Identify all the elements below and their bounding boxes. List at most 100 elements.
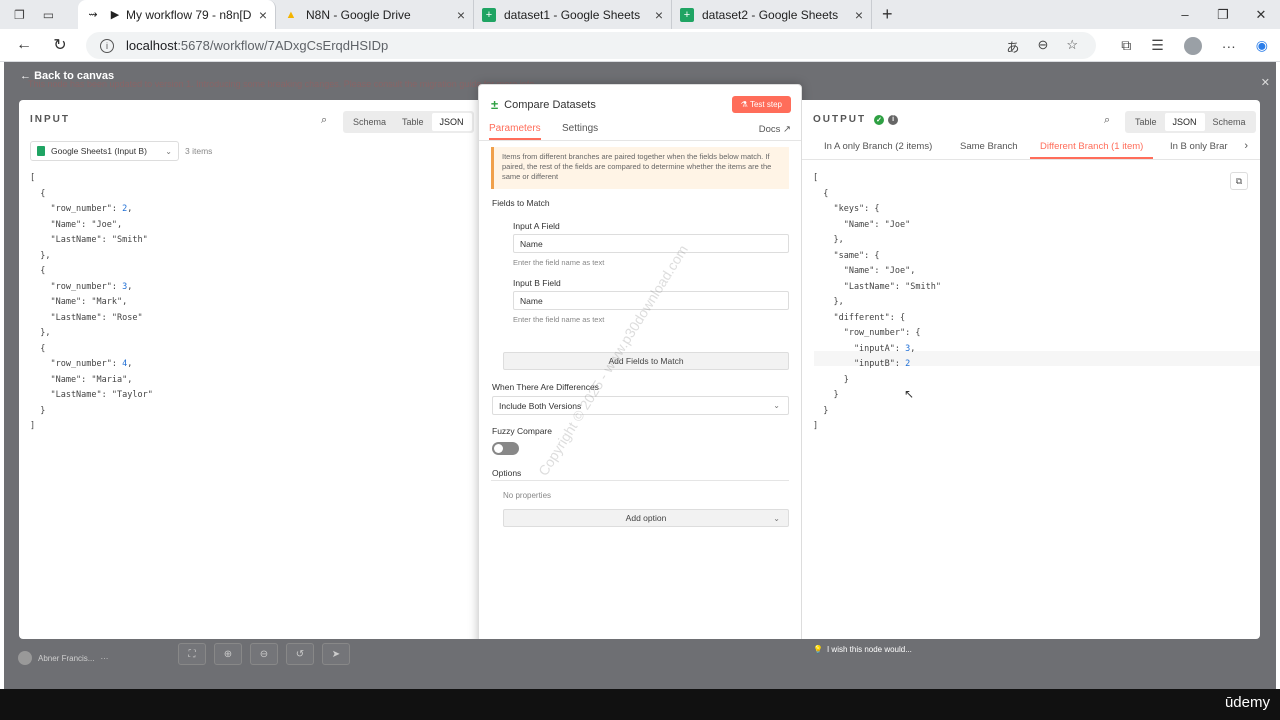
browser-tab-dataset2[interactable]: + dataset2 - Google Sheets ×: [672, 0, 872, 29]
node-title: ± Compare Datasets: [491, 97, 596, 112]
minimize-icon[interactable]: –: [1166, 0, 1204, 29]
more-icon[interactable]: ···: [100, 654, 108, 663]
node-parameters-panel: ± Compare Datasets ⚗ Test step Parameter…: [478, 84, 802, 656]
fit-view-icon[interactable]: ⛶: [178, 643, 206, 665]
new-tab-icon[interactable]: +: [882, 4, 893, 25]
input-a-label: Input A Field: [513, 221, 560, 231]
fields-to-match-label: Fields to Match: [492, 198, 550, 208]
back-to-canvas-button[interactable]: ← Back to canvas: [20, 70, 114, 82]
json-number: 4: [122, 359, 128, 369]
view-tab-schema[interactable]: Schema: [1205, 113, 1254, 131]
zoom-icon[interactable]: ⊖: [1037, 37, 1048, 56]
pointer-icon[interactable]: ➤: [322, 643, 350, 665]
tab-parameters[interactable]: Parameters: [489, 123, 541, 140]
close-tab-icon[interactable]: ×: [457, 7, 465, 23]
google-sheets-icon: +: [680, 7, 694, 22]
json-number: 2: [122, 204, 128, 214]
browser-tab-dataset1[interactable]: + dataset1 - Google Sheets ×: [474, 0, 672, 29]
pairing-notice: Items from different branches are paired…: [491, 147, 789, 189]
input-source-value: Google Sheets1 (Input B): [51, 146, 147, 156]
close-window-icon[interactable]: ✕: [1242, 0, 1280, 29]
close-tab-icon[interactable]: ×: [655, 7, 663, 23]
json-string: Joe: [96, 219, 112, 230]
branch-tab-same[interactable]: Same Branch: [960, 141, 1018, 152]
test-step-button[interactable]: ⚗ Test step: [731, 96, 791, 113]
input-a-field[interactable]: Name: [513, 234, 789, 253]
node-tabs: Parameters Settings Docs ↗: [479, 119, 801, 141]
close-tab-icon[interactable]: ×: [855, 7, 863, 23]
os-taskbar: [0, 689, 1280, 720]
output-panel-title: OUTPUT ✓ i: [813, 114, 899, 125]
branch-tab-different[interactable]: Different Branch (1 item): [1030, 141, 1154, 159]
zoom-out-icon[interactable]: ⊖: [250, 643, 278, 665]
user-menu[interactable]: Abner Francis... ···: [18, 651, 108, 665]
search-icon[interactable]: ⌕: [321, 114, 327, 127]
copilot-icon[interactable]: ◉: [1256, 37, 1268, 54]
add-fields-to-match-button[interactable]: Add Fields to Match: [503, 352, 789, 370]
test-step-label: Test step: [749, 100, 782, 109]
input-a-hint: Enter the field name as text: [513, 258, 605, 267]
fuzzy-compare-toggle[interactable]: [492, 442, 519, 455]
input-panel: INPUT ⌕ Schema Table JSON Google Sheets1…: [19, 100, 480, 639]
info-icon[interactable]: i: [888, 114, 899, 125]
undo-icon[interactable]: ↺: [286, 643, 314, 665]
browser-tab-n8n[interactable]: ⇝ ▶ My workflow 79 - n8n[DEV] ×: [78, 0, 276, 29]
view-tab-table[interactable]: Table: [1127, 113, 1165, 131]
branch-tab-a-only[interactable]: In A only Branch (2 items): [824, 141, 932, 152]
view-tab-json[interactable]: JSON: [1164, 113, 1205, 131]
back-icon[interactable]: ←: [6, 36, 42, 54]
extensions-icon[interactable]: ⧉: [1121, 37, 1131, 54]
differences-value: Include Both Versions: [499, 400, 582, 411]
more-menu-icon[interactable]: ···: [1222, 38, 1236, 54]
favorites-icon[interactable]: ☰: [1151, 37, 1164, 54]
profile-avatar-icon[interactable]: [1183, 36, 1202, 55]
branch-tabs: In A only Branch (2 items) Same Branch D…: [802, 136, 1260, 160]
output-view-switcher: Table JSON Schema: [1125, 111, 1256, 133]
view-tab-schema[interactable]: Schema: [345, 113, 394, 131]
input-view-switcher: Schema Table JSON: [343, 111, 474, 133]
node-title-text[interactable]: Compare Datasets: [504, 99, 596, 111]
playing-icon: ▶: [110, 9, 120, 21]
fuzzy-compare-label: Fuzzy Compare: [492, 426, 552, 436]
canvas-toolbar: ⛶ ⊕ ⊖ ↺ ➤: [178, 643, 350, 665]
workspaces-icon[interactable]: ❐: [14, 8, 25, 22]
close-tab-icon[interactable]: ×: [259, 7, 267, 23]
options-divider: [491, 480, 789, 481]
no-properties-text: No properties: [503, 491, 552, 500]
site-info-icon[interactable]: i: [100, 38, 114, 53]
reload-icon[interactable]: ↻: [42, 35, 78, 55]
view-tab-json[interactable]: JSON: [431, 113, 472, 131]
copy-icon[interactable]: ⧉: [1230, 172, 1248, 190]
read-aloud-icon[interactable]: あ: [1006, 37, 1019, 56]
url-host: localhost: [126, 38, 178, 53]
close-banner-icon[interactable]: ✕: [1261, 76, 1270, 89]
input-source-select[interactable]: Google Sheets1 (Input B) ⌄: [30, 141, 179, 161]
docs-label: Docs: [758, 124, 781, 135]
differences-select[interactable]: Include Both Versions ⌄: [492, 396, 789, 415]
add-option-button[interactable]: Add option ⌄: [503, 509, 789, 527]
favorite-star-icon[interactable]: ☆: [1066, 37, 1078, 56]
browser-tab-drive[interactable]: ▲ N8N - Google Drive ×: [276, 0, 474, 29]
zoom-in-icon[interactable]: ⊕: [214, 643, 242, 665]
maximize-icon[interactable]: ❐: [1204, 0, 1242, 29]
tab-settings[interactable]: Settings: [562, 123, 598, 134]
tab-title: dataset2 - Google Sheets: [702, 7, 839, 22]
lightbulb-icon: 💡: [813, 645, 823, 654]
search-icon[interactable]: ⌕: [1104, 114, 1110, 127]
n8n-favicon-icon: ⇝: [88, 9, 98, 21]
docs-link[interactable]: Docs ↗: [759, 124, 791, 135]
json-string: Mark: [96, 297, 118, 307]
json-number: 3: [905, 343, 911, 354]
tab-actions-icon[interactable]: ▭: [43, 8, 54, 22]
branch-tab-b-only[interactable]: In B only Brar: [1170, 141, 1228, 152]
view-tab-table[interactable]: Table: [394, 113, 432, 131]
address-bar: ← ↻ i localhost:5678/workflow/7ADxgCsErq…: [0, 29, 1280, 62]
avatar: [18, 651, 32, 665]
compare-datasets-icon: ±: [491, 97, 499, 112]
chevron-right-icon[interactable]: ›: [1244, 140, 1248, 152]
window-controls: – ❐ ✕: [1166, 0, 1280, 29]
url-field[interactable]: i localhost:5678/workflow/7ADxgCsErqdHSI…: [86, 32, 1096, 59]
output-json-view: [ { "keys": { "Name": "Joe" }, "same": {…: [813, 173, 941, 431]
item-count: 3 items: [185, 146, 213, 156]
feedback-link[interactable]: 💡 I wish this node would...: [813, 645, 912, 654]
